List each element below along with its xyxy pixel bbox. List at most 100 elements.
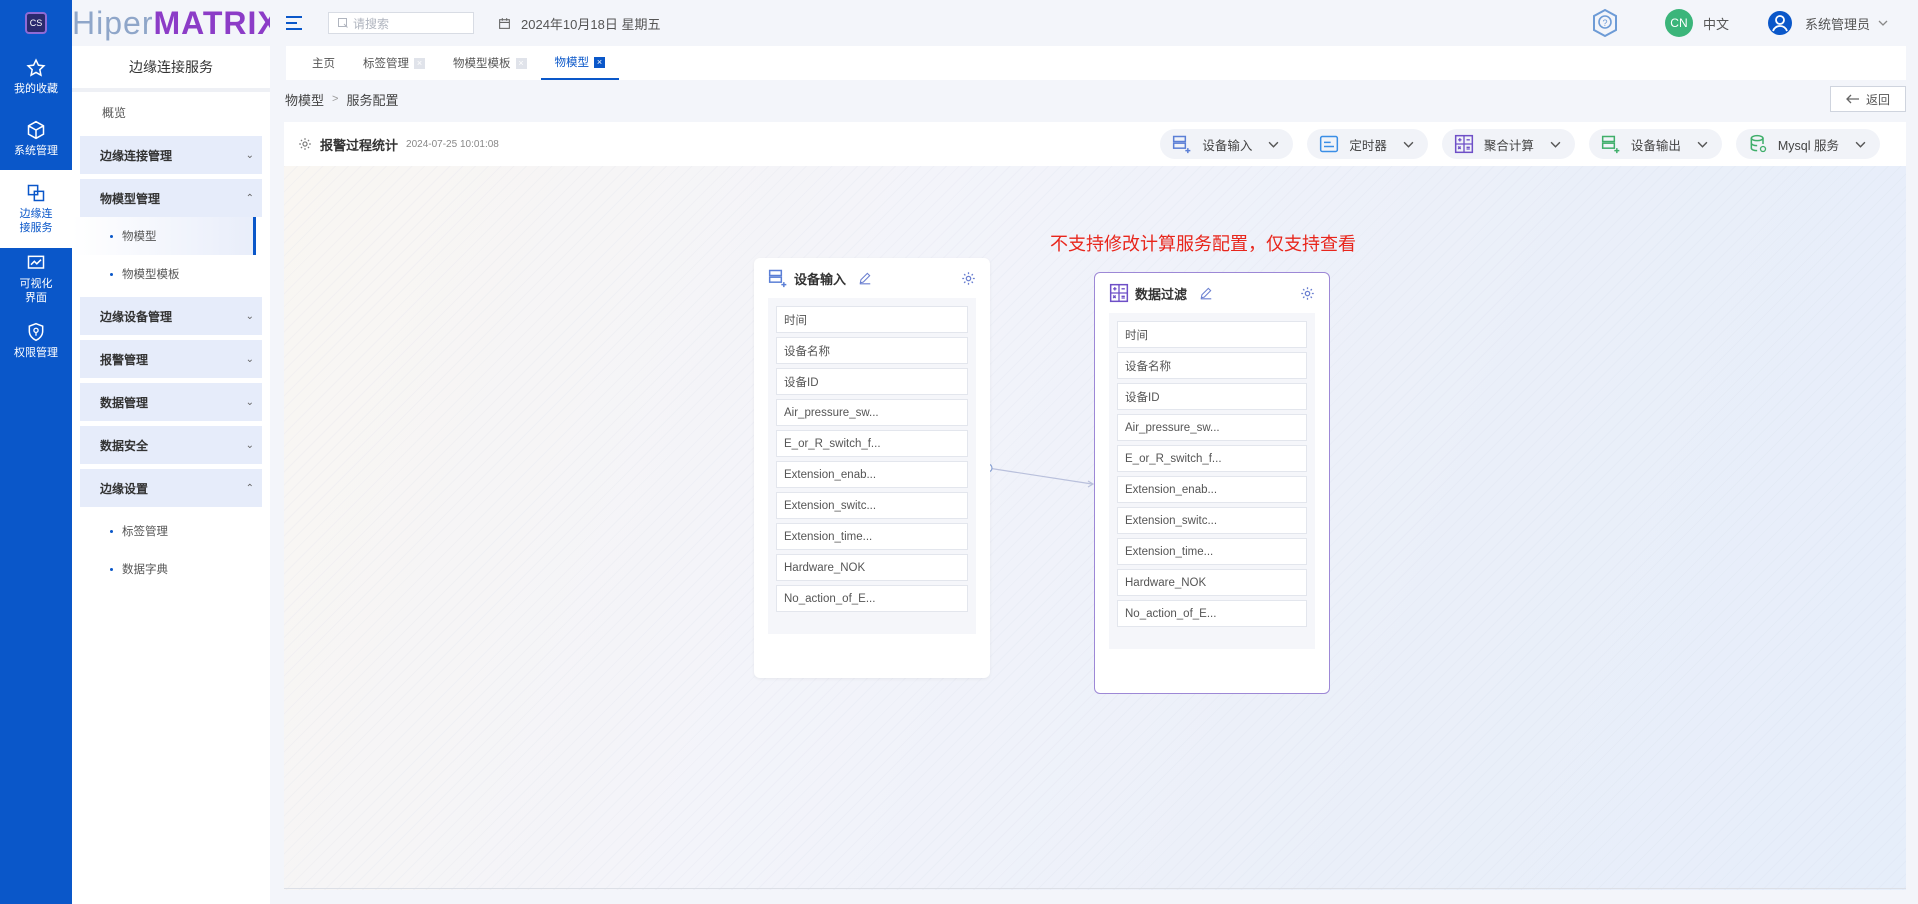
sidebar-item-model-template[interactable]: 物模型模板 <box>72 255 270 293</box>
tab-home[interactable]: 主页 <box>298 46 349 80</box>
group-label: 物模型管理 <box>100 191 161 206</box>
field-item: 时间 <box>1117 321 1307 348</box>
field-item: Extension_time... <box>776 523 968 550</box>
device-input-icon <box>1173 135 1191 154</box>
close-icon[interactable]: × <box>414 57 425 69</box>
group-label: 边缘设置 <box>100 481 149 496</box>
edit-icon[interactable] <box>858 271 872 285</box>
chevron-down-icon <box>1550 141 1561 148</box>
device-output-button[interactable]: 设备输出 <box>1588 129 1722 159</box>
tab-label: 标签管理 <box>363 58 409 70</box>
chevron-down-icon <box>1403 141 1414 148</box>
sidebar-item-dictionary[interactable]: 数据字典 <box>72 550 270 588</box>
device-input-icon <box>768 269 787 288</box>
node-header: 数据过滤 <box>1095 273 1329 313</box>
cube-icon <box>27 120 45 140</box>
close-icon[interactable]: × <box>594 56 605 68</box>
flow-canvas[interactable]: 不支持修改计算服务配置，仅支持查看 设备输入 时间 设备名称 设备ID Air_… <box>284 166 1906 890</box>
help-hexagon-icon[interactable]: ? <box>1591 8 1619 38</box>
chevron-down-icon <box>1697 141 1708 148</box>
group-label: 数据管理 <box>100 395 149 410</box>
field-item: 设备名称 <box>1117 352 1307 379</box>
rail-label: 权限管理 <box>14 347 58 359</box>
node-title: 设备输入 <box>794 271 847 287</box>
icon-rail: CS 我的收藏 系统管理 边缘连接服务 可视化界面 权限管理 <box>0 0 72 904</box>
rail-item-visual[interactable]: 可视化界面 <box>0 248 72 310</box>
field-item: 设备名称 <box>776 337 968 364</box>
chevron-down-icon: ⌄ <box>245 149 254 161</box>
tab-label: 物模型模板 <box>453 58 511 70</box>
node-data-filter[interactable]: 数据过滤 时间 设备名称 设备ID Air_pressure_sw... E_o… <box>1094 272 1330 694</box>
toolbar-actions: 设备输入 定时器 聚合计算 设备输出 Mysql 服务 <box>1146 129 1880 159</box>
field-item: Hardware_NOK <box>1117 569 1307 596</box>
user-menu[interactable]: 系统管理员 <box>1767 10 1888 36</box>
field-list: 时间 设备名称 设备ID Air_pressure_sw... E_or_R_s… <box>768 298 976 634</box>
field-item: E_or_R_switch_f... <box>776 430 968 457</box>
language-badge: CN <box>1664 9 1693 37</box>
rail-label: 系统管理 <box>14 145 58 157</box>
date-display: 2024年10月18日 星期五 <box>498 14 660 33</box>
sidebar-group-security[interactable]: 数据安全 ⌄ <box>80 426 262 464</box>
sidebar-item-tags[interactable]: 标签管理 <box>72 512 270 550</box>
search-icon <box>338 18 348 28</box>
sidebar-group-alarm[interactable]: 报警管理 ⌄ <box>80 340 262 378</box>
brand-part1: Hiper <box>72 4 154 41</box>
field-item: Extension_enab... <box>776 461 968 488</box>
chevron-down-icon <box>1878 20 1888 26</box>
tab-label: 物模型 <box>554 57 590 69</box>
sidebar-group-edge-device[interactable]: 边缘设备管理 ⌄ <box>80 297 262 335</box>
gear-icon[interactable] <box>298 137 312 151</box>
sub-label: 标签管理 <box>122 526 168 538</box>
field-item: Extension_time... <box>1117 538 1307 565</box>
user-name: 系统管理员 <box>1804 16 1870 32</box>
app-logo[interactable]: CS <box>0 0 72 46</box>
secondary-sidebar: 边缘连接服务 概览 边缘连接管理 ⌄ 物模型管理 ⌃ 物模型 物模型模板 边缘设备管… <box>72 46 270 904</box>
menu-toggle-icon[interactable] <box>286 16 302 30</box>
sidebar-item-overview[interactable]: 概览 <box>72 92 270 132</box>
user-avatar-icon <box>1767 11 1792 35</box>
sidebar-group-model[interactable]: 物模型管理 ⌃ <box>80 179 262 217</box>
timer-button[interactable]: 定时器 <box>1307 129 1428 159</box>
rail-item-permission[interactable]: 权限管理 <box>0 310 72 372</box>
tab-model-template[interactable]: 物模型模板 × <box>439 46 541 80</box>
back-label: 返回 <box>1865 92 1890 107</box>
tab-model[interactable]: 物模型 × <box>540 46 619 80</box>
aggregate-button[interactable]: 聚合计算 <box>1441 129 1575 159</box>
sidebar-item-model[interactable]: 物模型 <box>72 217 256 255</box>
chevron-down-icon: ⌄ <box>245 396 254 408</box>
gear-icon[interactable] <box>1300 286 1315 301</box>
rail-label: 可视化界面 <box>19 278 53 304</box>
mysql-service-button[interactable]: Mysql 服务 <box>1735 129 1880 159</box>
action-label: 定时器 <box>1349 138 1387 153</box>
rail-item-favorites[interactable]: 我的收藏 <box>0 46 72 108</box>
field-item: Extension_switc... <box>776 492 968 519</box>
readonly-notice: 不支持修改计算服务配置，仅支持查看 <box>1050 234 1356 254</box>
sidebar-group-edge-settings[interactable]: 边缘设置 ⌃ <box>80 469 262 507</box>
chevron-down-icon: ⌄ <box>245 439 254 451</box>
tab-tags[interactable]: 标签管理 × <box>349 46 439 80</box>
node-device-input[interactable]: 设备输入 时间 设备名称 设备ID Air_pressure_sw... E_o… <box>754 258 990 678</box>
back-button[interactable]: 返回 <box>1830 86 1906 112</box>
flow-timestamp: 2024-07-25 10:01:08 <box>406 138 499 150</box>
device-input-button[interactable]: 设备输入 <box>1160 129 1294 159</box>
dashboard-icon <box>27 255 45 269</box>
search-input[interactable]: 请搜索 <box>328 12 474 34</box>
sidebar-group-data[interactable]: 数据管理 ⌄ <box>80 383 262 421</box>
edit-icon[interactable] <box>1199 286 1213 300</box>
close-icon[interactable]: × <box>515 57 527 69</box>
breadcrumb-parent[interactable]: 物模型 <box>285 90 324 109</box>
rail-item-system[interactable]: 系统管理 <box>0 108 72 170</box>
group-label: 边缘连接管理 <box>100 148 173 163</box>
top-bar: 请搜索 2024年10月18日 星期五 ? CN 中文 系统管理员 <box>270 0 1918 46</box>
date-text: 2024年10月18日 星期五 <box>521 16 661 32</box>
language-switch[interactable]: CN 中文 <box>1664 9 1729 37</box>
rail-item-edge-service[interactable]: 边缘连接服务 <box>0 170 72 248</box>
link-squares-icon <box>27 184 45 202</box>
sidebar-group-edge-connection[interactable]: 边缘连接管理 ⌄ <box>80 136 262 174</box>
group-label: 报警管理 <box>100 352 149 367</box>
brand-logo: Hiper MATRIX <box>72 0 279 46</box>
gear-icon[interactable] <box>961 271 976 286</box>
tab-bar: 主页 标签管理 × 物模型模板 × 物模型 × <box>286 46 1906 80</box>
field-item: Air_pressure_sw... <box>1117 414 1307 441</box>
timer-icon <box>1320 135 1339 153</box>
